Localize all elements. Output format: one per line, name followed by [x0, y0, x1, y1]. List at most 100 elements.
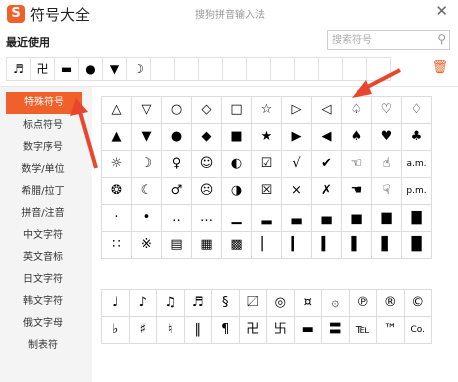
symbol-cell[interactable]: 卍 — [239, 317, 267, 344]
symbol-cell[interactable]: ♫ — [157, 290, 185, 317]
symbol-cell[interactable]: ◎ — [267, 290, 295, 317]
symbol-cell[interactable]: ♮ — [157, 317, 185, 344]
symbol-cell[interactable]: ♠ — [342, 124, 372, 151]
symbol-cell[interactable]: ○ — [162, 97, 192, 124]
sidebar-item-punctuation[interactable]: 标点符号 — [0, 115, 86, 137]
trash-icon[interactable]: 🗑 — [431, 60, 448, 75]
symbol-cell[interactable]: ¤ — [294, 290, 322, 317]
recent-symbol[interactable]: ▬ — [54, 57, 79, 81]
symbol-cell[interactable]: ☽ — [132, 151, 162, 178]
symbol-cell[interactable]: Co. — [404, 317, 432, 344]
symbol-cell[interactable]: ▲ — [102, 124, 132, 151]
symbol-cell[interactable]: ☺ — [192, 151, 222, 178]
symbol-cell[interactable]: ☚ — [342, 178, 372, 205]
symbol-cell[interactable]: ✔ — [312, 151, 342, 178]
sidebar-item-phonetic[interactable]: 英文音标 — [0, 247, 86, 269]
symbol-cell[interactable]: ® — [377, 290, 405, 317]
symbol-cell[interactable]: □ — [222, 97, 252, 124]
symbol-cell[interactable]: ◀ — [312, 124, 342, 151]
symbol-cell[interactable]: ♥ — [372, 124, 402, 151]
symbol-cell[interactable]: ※ — [132, 232, 162, 259]
symbol-cell[interactable]: ▁ — [222, 205, 252, 232]
symbol-cell[interactable]: ☜ — [342, 151, 372, 178]
symbol-cell[interactable]: ▇ — [402, 205, 432, 232]
symbol-cell[interactable]: ♤ — [342, 97, 372, 124]
symbol-cell[interactable]: 〼 — [239, 290, 267, 317]
search-input[interactable] — [332, 33, 432, 47]
sidebar-item-greek[interactable]: 希腊/拉丁 — [0, 181, 86, 203]
symbol-cell[interactable]: ☑ — [252, 151, 282, 178]
symbol-cell[interactable]: ▄ — [312, 205, 342, 232]
symbol-cell[interactable]: ▷ — [282, 97, 312, 124]
symbol-cell[interactable]: ● — [162, 124, 192, 151]
symbol-cell[interactable]: ℡ — [349, 317, 377, 344]
symbol-cell[interactable]: · — [102, 205, 132, 232]
symbol-cell[interactable]: ♣ — [402, 124, 432, 151]
symbol-cell[interactable]: ☆ — [252, 97, 282, 124]
recent-symbol[interactable] — [270, 57, 295, 81]
recent-symbol[interactable] — [198, 57, 223, 81]
symbol-cell[interactable]: ▃ — [282, 205, 312, 232]
symbol-cell[interactable]: ▎ — [282, 232, 312, 259]
symbol-cell[interactable]: ■ — [222, 124, 252, 151]
search-box[interactable]: ⚲ — [327, 30, 450, 50]
symbol-cell[interactable]: ♡ — [372, 97, 402, 124]
symbol-cell[interactable]: ¶ — [212, 317, 240, 344]
recent-symbol[interactable]: ♬ — [6, 57, 31, 81]
sidebar-item-math[interactable]: 数学/单位 — [0, 159, 86, 181]
sidebar-item-box-drawing[interactable]: 制表符 — [0, 335, 86, 357]
symbol-cell[interactable]: ★ — [252, 124, 282, 151]
symbol-cell[interactable]: ♀ — [162, 151, 192, 178]
symbol-cell[interactable]: ▼ — [132, 124, 162, 151]
symbol-cell[interactable]: 卐 — [267, 317, 295, 344]
recent-symbol[interactable] — [342, 57, 367, 81]
symbol-cell[interactable]: ☒ — [252, 178, 282, 205]
symbol-cell[interactable]: ‥ — [162, 205, 192, 232]
symbol-cell[interactable]: ℗ — [349, 290, 377, 317]
symbol-cell[interactable]: ▤ — [162, 232, 192, 259]
recent-symbol[interactable]: ☽ — [126, 57, 151, 81]
symbol-cell[interactable]: ‖ — [184, 317, 212, 344]
search-icon[interactable]: ⚲ — [437, 32, 446, 46]
sidebar-item-special[interactable]: 特殊符号 — [6, 92, 82, 114]
sidebar-item-korean[interactable]: 韩文字符 — [0, 291, 86, 313]
symbol-cell[interactable]: ▏ — [252, 232, 282, 259]
symbol-cell[interactable]: △ — [102, 97, 132, 124]
recent-symbol[interactable] — [318, 57, 343, 81]
symbol-cell[interactable]: ▩ — [222, 232, 252, 259]
symbol-cell[interactable]: ™ — [377, 317, 405, 344]
symbol-cell[interactable]: █ — [402, 232, 432, 259]
symbol-cell[interactable]: … — [192, 205, 222, 232]
symbol-cell[interactable]: ▬ — [294, 317, 322, 344]
recent-symbol[interactable]: ▼ — [102, 57, 127, 81]
symbol-cell[interactable]: ◑ — [222, 178, 252, 205]
symbol-cell[interactable]: ▍ — [312, 232, 342, 259]
symbol-cell[interactable]: ☼ — [102, 151, 132, 178]
symbol-cell[interactable]: § — [212, 290, 240, 317]
sidebar-item-numbers[interactable]: 数字序号 — [0, 137, 86, 159]
symbol-cell[interactable]: ♭ — [102, 317, 130, 344]
symbol-cell[interactable]: ☾ — [132, 178, 162, 205]
symbol-cell[interactable]: ☝ — [372, 151, 402, 178]
symbol-cell[interactable]: p.m. — [402, 178, 432, 205]
symbol-cell[interactable]: ▦ — [192, 232, 222, 259]
recent-symbol[interactable] — [222, 57, 247, 81]
symbol-cell[interactable]: ▆ — [372, 205, 402, 232]
symbol-cell[interactable]: ♯ — [129, 317, 157, 344]
symbol-cell[interactable]: √ — [282, 151, 312, 178]
symbol-cell[interactable]: ▅ — [342, 205, 372, 232]
symbol-cell[interactable]: ▋ — [372, 232, 402, 259]
symbol-cell[interactable]: ✗ — [312, 178, 342, 205]
symbol-cell[interactable]: 〓 — [322, 317, 350, 344]
recent-symbol[interactable]: ● — [78, 57, 103, 81]
symbol-cell[interactable]: ◇ — [192, 97, 222, 124]
symbol-cell[interactable]: ☹ — [192, 178, 222, 205]
symbol-cell[interactable]: ∷ — [102, 232, 132, 259]
recent-symbol[interactable] — [246, 57, 271, 81]
symbol-cell[interactable]: ◐ — [222, 151, 252, 178]
symbol-cell[interactable]: ❂ — [102, 178, 132, 205]
symbol-cell[interactable]: ◆ — [192, 124, 222, 151]
symbol-cell[interactable]: • — [132, 205, 162, 232]
sidebar-item-russian[interactable]: 俄文字母 — [0, 313, 86, 335]
recent-symbol[interactable] — [150, 57, 175, 81]
